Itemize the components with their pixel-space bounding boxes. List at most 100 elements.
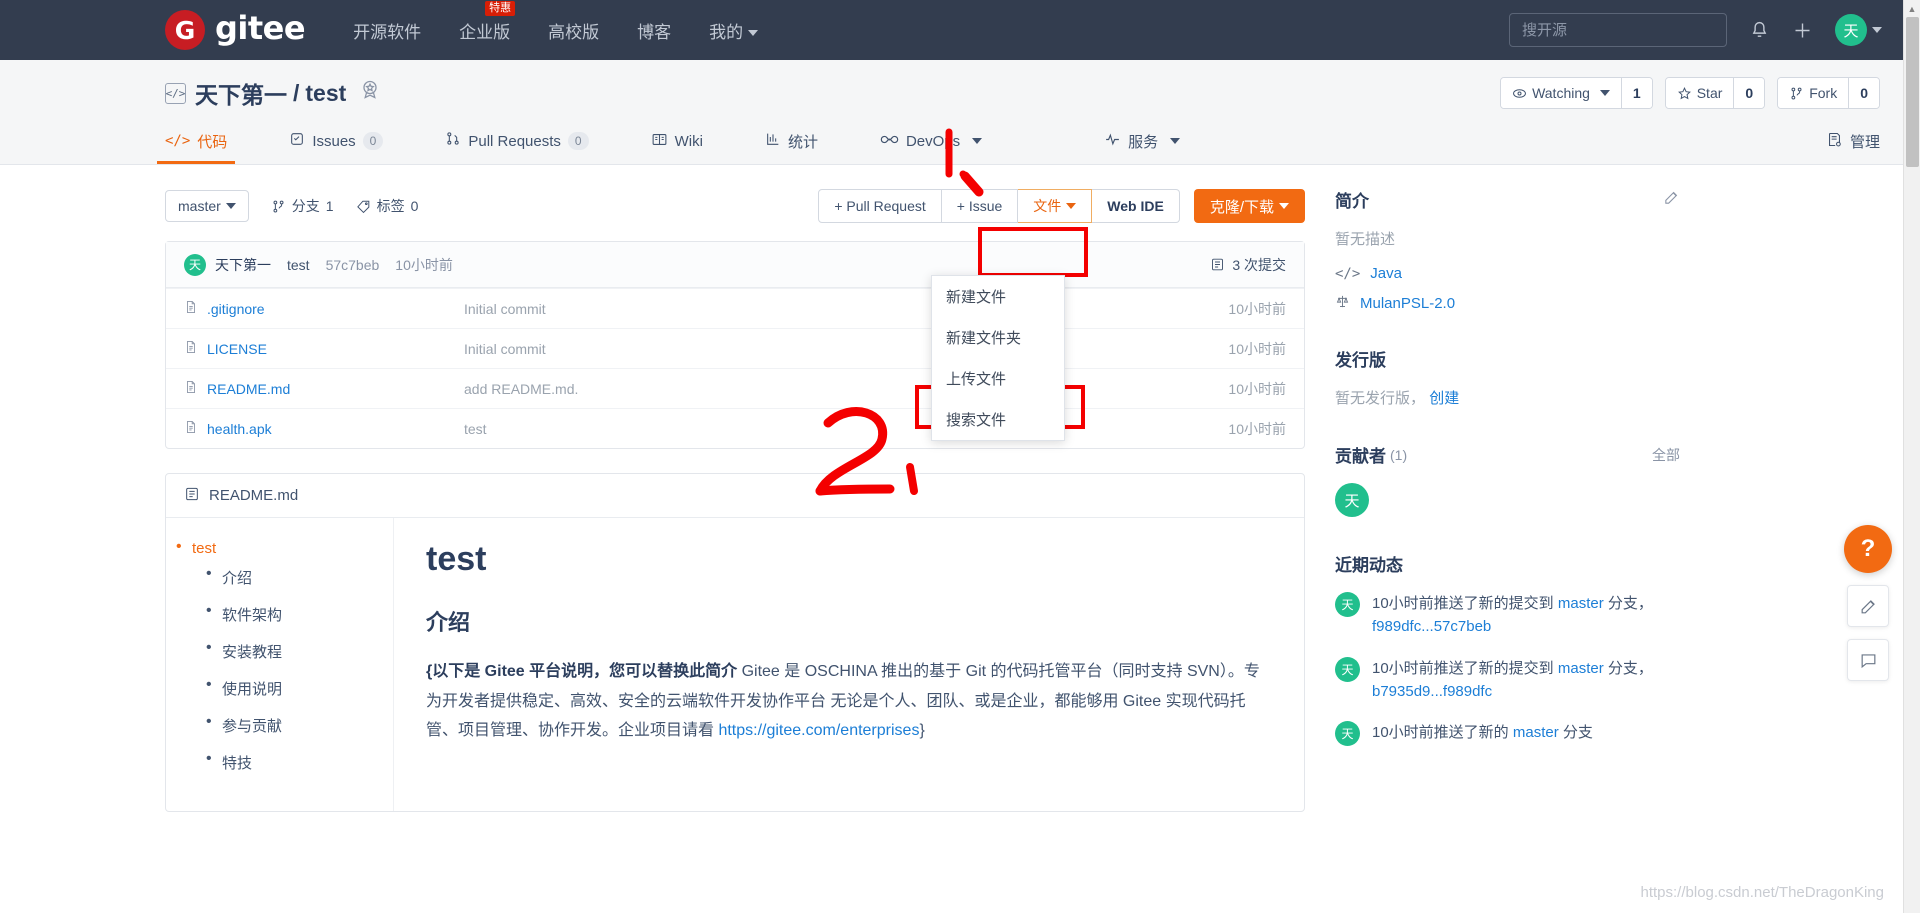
toc-item[interactable]: 特技 — [206, 750, 393, 773]
watch-button[interactable]: Watching — [1501, 78, 1621, 108]
watch-button-group[interactable]: Watching 1 — [1500, 77, 1653, 109]
branch-selector[interactable]: master — [165, 190, 249, 222]
chevron-down-icon — [748, 30, 759, 37]
commit-count-link[interactable]: 3 次提交 — [1210, 255, 1286, 275]
gitee-logo[interactable]: G gitee — [165, 10, 306, 50]
nav-link-university[interactable]: 高校版 — [548, 18, 599, 43]
sidebar-contributors-heading: 贡献者 (1) 全部 — [1335, 442, 1680, 467]
table-row[interactable]: README.md add README.md. 10小时前 — [166, 368, 1304, 408]
avatar[interactable]: 天 — [1335, 592, 1360, 617]
help-button[interactable]: ? — [1844, 525, 1892, 573]
fork-button[interactable]: Fork — [1778, 78, 1849, 108]
readme-body: test 介绍 软件架构 安装教程 使用说明 参与贡献 特技 — [166, 518, 1304, 811]
menu-item-upload-file[interactable]: 上传文件 — [932, 358, 1064, 399]
user-avatar-menu[interactable]: 天 — [1835, 14, 1882, 46]
sidebar-release-create-link[interactable]: 创建 — [1429, 390, 1459, 407]
fork-label: Fork — [1809, 85, 1838, 101]
chat-button[interactable] — [1847, 639, 1889, 681]
avatar[interactable]: 天 — [1335, 656, 1360, 682]
scrollbar-thumb[interactable] — [1906, 17, 1919, 167]
menu-item-new-file[interactable]: 新建文件 — [932, 276, 1064, 317]
gitee-repository-page: G gitee 开源软件 企业版 特惠 高校版 博客 我的 搜开源 天 </> … — [0, 0, 1920, 913]
nav-link-opensource[interactable]: 开源软件 — [353, 18, 421, 43]
fork-count[interactable]: 0 — [1848, 78, 1879, 108]
web-ide-button[interactable]: Web IDE — [1092, 189, 1180, 223]
star-button-group[interactable]: Star 0 — [1664, 77, 1766, 109]
tab-services[interactable]: 服务 — [1104, 118, 1181, 164]
branches-link[interactable]: 分支 1 — [271, 196, 334, 216]
activity-suffix: 分支 — [1558, 724, 1593, 741]
toc-item[interactable]: 介绍 — [206, 565, 393, 588]
sidebar-contributors-all-link[interactable]: 全部 — [1652, 445, 1680, 465]
edit-icon[interactable] — [1663, 189, 1680, 210]
toc-item[interactable]: 使用说明 — [206, 676, 393, 699]
activity-branch-link[interactable]: master — [1558, 595, 1604, 612]
files-dropdown-menu: 新建文件 新建文件夹 上传文件 搜索文件 — [931, 275, 1065, 441]
sidebar-language[interactable]: Java — [1370, 265, 1402, 282]
toc-root-link[interactable]: test — [192, 540, 393, 557]
star-button[interactable]: Star — [1665, 78, 1734, 108]
repository-name[interactable]: test — [305, 80, 346, 107]
tab-wiki[interactable]: Wiki — [651, 118, 703, 164]
avatar[interactable]: 天 — [1335, 721, 1360, 746]
tab-manage[interactable]: 管理 — [1826, 118, 1880, 164]
activity-prefix: 10小时前推送了新的提交到 — [1372, 595, 1558, 612]
toc-item[interactable]: 安装教程 — [206, 639, 393, 662]
menu-item-new-folder[interactable]: 新建文件夹 — [932, 317, 1064, 358]
fork-button-group[interactable]: Fork 0 — [1777, 77, 1880, 109]
sidebar-license[interactable]: MulanPSL-2.0 — [1360, 295, 1455, 312]
tags-link[interactable]: 标签 0 — [356, 196, 418, 216]
file-icon — [184, 299, 198, 318]
toc-item[interactable]: 软件架构 — [206, 602, 393, 625]
tab-devops[interactable]: DevOps — [880, 118, 983, 164]
repository-meta-links: 分支 1 标签 0 — [271, 196, 418, 216]
sidebar-contributors-title: 贡献者 — [1335, 447, 1386, 466]
toc-item[interactable]: 参与贡献 — [206, 713, 393, 736]
table-row[interactable]: health.apk test 10小时前 — [166, 408, 1304, 448]
files-dropdown-button[interactable]: 文件 — [1018, 189, 1093, 223]
tab-code[interactable]: </> 代码 — [156, 118, 236, 164]
clone-download-button[interactable]: 克隆/下载 — [1193, 189, 1305, 223]
nav-link-blog[interactable]: 博客 — [637, 18, 671, 43]
tab-statistics[interactable]: 统计 — [765, 118, 818, 164]
menu-item-search-file[interactable]: 搜索文件 — [932, 399, 1064, 440]
readme-section-heading: 介绍 — [426, 610, 471, 635]
search-input[interactable] — [1509, 13, 1727, 47]
scrollbar-up-arrow[interactable]: ▲ — [1904, 0, 1920, 17]
nav-link-mine[interactable]: 我的 — [709, 18, 759, 43]
activity-branch-link[interactable]: master — [1513, 724, 1559, 741]
activity-branch-link[interactable]: master — [1558, 660, 1604, 677]
file-name-link[interactable]: .gitignore — [184, 299, 464, 318]
watch-count[interactable]: 1 — [1620, 78, 1652, 108]
star-count[interactable]: 0 — [1733, 78, 1765, 108]
file-name-link[interactable]: health.apk — [184, 419, 464, 438]
commit-author[interactable]: 天下第一 — [215, 255, 271, 275]
table-row[interactable]: .gitignore Initial commit 10小时前 — [166, 288, 1304, 328]
repository-title-row: </> 天下第一 / test Watching 1 Star 0 Fork 0 — [165, 60, 1880, 118]
repository-owner[interactable]: 天下第一 — [195, 76, 287, 110]
activity-sha-link[interactable]: f989dfc...57c7beb — [1372, 618, 1491, 635]
commit-message[interactable]: test — [287, 257, 310, 273]
file-name-link[interactable]: LICENSE — [184, 339, 464, 358]
table-row[interactable]: LICENSE Initial commit 10小时前 — [166, 328, 1304, 368]
readme-title: test — [426, 540, 487, 578]
commit-sha[interactable]: 57c7beb — [326, 257, 380, 273]
file-commit-message: Initial commit — [464, 340, 546, 357]
sidebar-release-block: 发行版 暂无发行版， 创建 — [1335, 346, 1680, 408]
new-pull-request-button[interactable]: + Pull Request — [818, 189, 942, 223]
file-name: README.md — [207, 380, 291, 397]
readme-external-link[interactable]: https://gitee.com/enterprises — [718, 722, 919, 739]
tab-issues[interactable]: Issues 0 — [289, 118, 384, 164]
feedback-button[interactable] — [1847, 585, 1889, 627]
activity-sha-link[interactable]: b7935d9...f989dfc — [1372, 683, 1492, 700]
chevron-down-icon — [1279, 203, 1289, 209]
new-issue-button[interactable]: + Issue — [941, 189, 1019, 223]
plus-icon[interactable] — [1792, 20, 1813, 41]
bell-icon[interactable] — [1749, 20, 1770, 41]
vertical-scrollbar[interactable]: ▲ — [1903, 0, 1920, 913]
tab-pull-requests[interactable]: Pull Requests 0 — [445, 118, 589, 164]
tab-label: Wiki — [674, 132, 703, 150]
contributor-avatar[interactable]: 天 — [1335, 483, 1369, 517]
file-name-link[interactable]: README.md — [184, 379, 464, 398]
nav-link-enterprise[interactable]: 企业版 特惠 — [459, 0, 516, 43]
